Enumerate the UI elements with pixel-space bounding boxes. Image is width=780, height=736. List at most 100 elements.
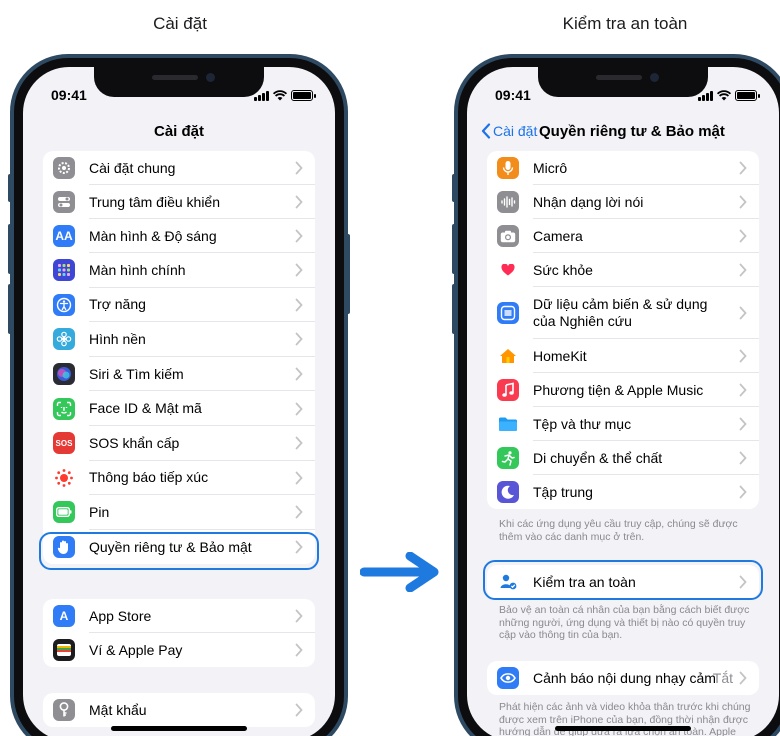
back-label: Cài đặt: [493, 123, 538, 139]
chevron-right-icon: [295, 333, 303, 346]
list-item[interactable]: Sức khỏe: [487, 253, 759, 287]
list-item-label: Ví & Apple Pay: [89, 641, 183, 658]
settings-group-store: A App Store Ví & Apple Pay: [43, 599, 315, 667]
right-caption: Kiểm tra an toàn: [562, 14, 688, 33]
chevron-right-icon: [739, 383, 747, 397]
battery-status-icon: [291, 90, 316, 101]
list-item-label: Di chuyển & thể chất: [533, 449, 663, 466]
chevron-right-icon: [739, 417, 747, 431]
list-item-label: Tệp và thư mục: [533, 415, 632, 432]
list-item[interactable]: Cài đặt chung: [43, 151, 315, 185]
left-phone: 09:41 Cài đặt Cài đặt chung Trung tâm điề…: [8, 54, 350, 736]
list-item[interactable]: AA Màn hình & Độ sáng: [43, 219, 315, 253]
notch: [94, 67, 264, 97]
research-icon: [497, 302, 519, 324]
chevron-right-icon: [295, 263, 303, 277]
chevron-right-icon: [739, 195, 747, 209]
list-item[interactable]: Tập trung: [487, 475, 759, 509]
list-item-label: Quyền riêng tư & Bảo mật: [89, 538, 252, 555]
back-button[interactable]: Cài đặt: [481, 123, 537, 139]
chevron-right-icon: [739, 671, 747, 685]
sensitive-content-group: Cảnh báo nội dung nhạy cảm Tắt: [487, 661, 759, 695]
volume-up-button: [452, 224, 456, 274]
chevron-right-icon: [739, 451, 747, 465]
settings-group-passwords: Mật khẩu: [43, 693, 315, 727]
sos-icon: SOS: [53, 432, 75, 455]
gear-icon: [53, 157, 75, 179]
list-item[interactable]: Siri & Tìm kiếm: [43, 357, 315, 392]
notch: [538, 67, 708, 97]
battery-status-icon: [735, 90, 760, 101]
sensitive-content-label: Cảnh báo nội dung nhạy cảm: [533, 669, 716, 686]
chevron-right-icon: [739, 575, 747, 589]
list-item-label: Camera: [533, 227, 583, 244]
list-item[interactable]: Pin: [43, 495, 315, 530]
settings-group-main: Cài đặt chung Trung tâm điều khiển AA Màn h…: [43, 151, 315, 565]
home-indicator: [555, 726, 691, 731]
list-item-label: Nhận dạng lời nói: [533, 193, 644, 210]
chevron-right-icon: [739, 485, 747, 499]
list-item-label: Trợ năng: [89, 296, 146, 313]
list-item[interactable]: Trợ năng: [43, 288, 315, 323]
list-item-label: Màn hình & Độ sáng: [89, 227, 217, 244]
navigation-bar: Cài đặt: [23, 115, 335, 151]
list-item[interactable]: Hình nền: [43, 322, 315, 357]
list-item[interactable]: Mật khẩu: [43, 693, 315, 727]
list-item-label: Phương tiện & Apple Music: [533, 381, 704, 398]
chevron-right-icon: [739, 349, 747, 363]
chevron-right-icon: [295, 643, 303, 657]
arrow-right-icon: [360, 552, 439, 592]
list-item-label: Dữ liệu cảm biến & sử dụng của Nghiên cứ…: [533, 296, 708, 329]
battery-icon: [53, 501, 75, 524]
right-screen: 09:41 Cài đặt Quyền riêng tư & Bảo mật M…: [467, 67, 779, 736]
chevron-right-icon: [295, 298, 303, 312]
list-item[interactable]: Quyền riêng tư & Bảo mật: [43, 530, 315, 565]
safety-check-icon: [497, 571, 519, 593]
homekit-icon: [497, 345, 519, 367]
list-item[interactable]: Di chuyển & thể chất: [487, 441, 759, 475]
chevron-right-icon: [295, 367, 303, 381]
safety-check-row[interactable]: Kiểm tra an toàn: [487, 565, 759, 599]
list-item-label: Pin: [89, 503, 110, 520]
volume-up-button: [8, 224, 12, 274]
list-item[interactable]: SOS SOS khẩn cấp: [43, 426, 315, 461]
heart-icon: [497, 259, 519, 281]
list-item[interactable]: Micrô: [487, 151, 759, 185]
chevron-right-icon: [295, 436, 303, 450]
status-time: 09:41: [51, 87, 87, 103]
chevron-left-icon: [481, 123, 491, 139]
status-time: 09:41: [495, 87, 531, 103]
chevron-right-icon: [739, 263, 747, 277]
list-item[interactable]: HomeKit: [487, 339, 759, 373]
chevron-right-icon: [295, 703, 303, 717]
list-item[interactable]: Camera: [487, 219, 759, 253]
left-screen: 09:41 Cài đặt Cài đặt chung Trung tâm điề…: [23, 67, 335, 736]
folder-icon: [497, 413, 519, 435]
list-item[interactable]: Thông báo tiếp xúc: [43, 461, 315, 496]
list-item-label: Mật khẩu: [89, 701, 147, 718]
list-item[interactable]: Ví & Apple Pay: [43, 633, 315, 667]
wallpaper-icon: [53, 328, 75, 351]
list-item[interactable]: Màn hình chính: [43, 253, 315, 288]
list-item[interactable]: Tệp và thư mục: [487, 407, 759, 441]
exposure-icon: [53, 466, 75, 489]
wallet-icon: [53, 639, 75, 661]
list-item[interactable]: Face ID & Mật mã: [43, 391, 315, 426]
chevron-right-icon: [295, 402, 303, 416]
right-phone: 09:41 Cài đặt Quyền riêng tư & Bảo mật M…: [452, 54, 780, 736]
list-item[interactable]: Phương tiện & Apple Music: [487, 373, 759, 407]
list-item-label: Hình nền: [89, 330, 146, 347]
privacy-permissions-group: Micrô Nhận dạng lời nói Camera Sức khỏe Dữ l…: [487, 151, 759, 509]
chevron-right-icon: [295, 540, 303, 554]
sensitive-content-row[interactable]: Cảnh báo nội dung nhạy cảm Tắt: [487, 661, 759, 695]
list-item[interactable]: Trung tâm điều khiển: [43, 185, 315, 219]
list-item-label: Face ID & Mật mã: [89, 400, 202, 417]
list-item[interactable]: Nhận dạng lời nói: [487, 185, 759, 219]
safety-check-label: Kiểm tra an toàn: [533, 573, 636, 590]
list-item-label: Siri & Tìm kiếm: [89, 365, 184, 382]
list-item[interactable]: A App Store: [43, 599, 315, 633]
page-title: Cài đặt: [153, 123, 204, 140]
list-item-label: Micrô: [533, 159, 568, 176]
list-item[interactable]: Dữ liệu cảm biến & sử dụng của Nghiên cứ…: [487, 287, 759, 339]
chevron-right-icon: [739, 161, 747, 175]
